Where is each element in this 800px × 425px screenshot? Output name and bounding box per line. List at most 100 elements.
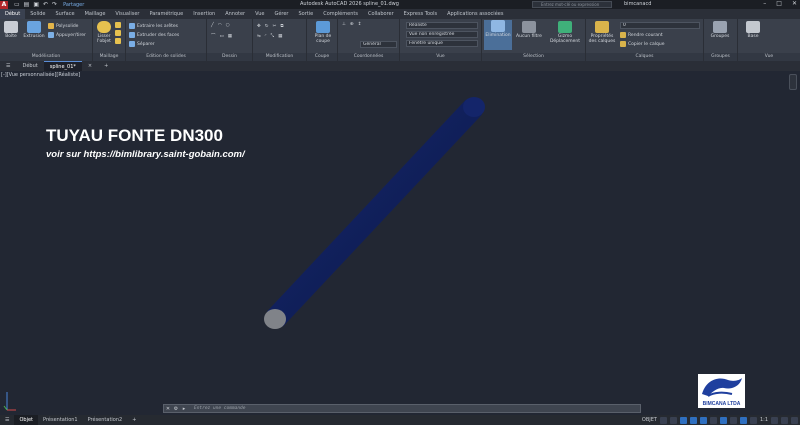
mode-label[interactable]: OBJET xyxy=(642,417,657,423)
mirror-icon[interactable]: ⇋ xyxy=(257,34,261,39)
ribbon-tab[interactable]: Gérer xyxy=(269,9,293,19)
viewport-combo[interactable]: Fenêtre unique xyxy=(406,40,478,47)
rectangle-icon[interactable]: ▭ xyxy=(220,34,224,39)
proprietes-calques-button[interactable]: Propriétés des calques xyxy=(587,21,617,44)
polysolide-button[interactable]: Polysolide xyxy=(48,23,78,29)
ribbon-tab[interactable]: Compléments xyxy=(318,9,363,19)
doc-tab-spline[interactable]: spline_01* xyxy=(43,61,82,71)
tab-model[interactable]: Objet xyxy=(14,415,39,425)
rendre-courant-button[interactable]: Rendre courant xyxy=(620,32,663,38)
doc-tab-start[interactable]: Début xyxy=(16,61,43,71)
ribbon-tab[interactable]: Maillage xyxy=(80,9,111,19)
ucs-icon[interactable]: ⊥ xyxy=(342,22,346,27)
group-title[interactable]: Calques xyxy=(586,53,703,61)
close-icon[interactable]: ✕ xyxy=(164,406,172,412)
group-title[interactable]: Modélisation xyxy=(0,53,92,61)
save-icon[interactable]: ▣ xyxy=(33,1,39,8)
extraire-aretes-button[interactable]: Extraire les arêtes xyxy=(129,23,178,29)
copy-icon[interactable]: ⧉ xyxy=(280,23,283,29)
ribbon-tab[interactable]: Vue xyxy=(250,9,269,19)
aucun-filtre-button[interactable]: Aucun filtre xyxy=(515,21,543,39)
ucs-world-icon[interactable]: ⊕ xyxy=(350,22,354,27)
group-title[interactable]: Sélection xyxy=(482,53,585,61)
otrack-icon[interactable] xyxy=(709,416,717,424)
visual-style-combo[interactable]: Réaliste xyxy=(406,22,478,29)
mesh-icon[interactable] xyxy=(115,38,121,44)
ribbon-tab[interactable]: Surface xyxy=(51,9,80,19)
tab-layout1[interactable]: Présentation1 xyxy=(38,415,83,425)
ribbon-tab[interactable]: Collaborer xyxy=(363,9,399,19)
new-icon[interactable]: ▭ xyxy=(14,1,20,8)
ribbon-tab[interactable]: Début xyxy=(0,9,26,19)
coordinate-combo[interactable]: Général xyxy=(360,41,397,48)
group-title[interactable]: Groupes xyxy=(704,53,737,61)
grid-icon[interactable] xyxy=(659,416,667,424)
tab-layout2[interactable]: Présentation2 xyxy=(83,415,128,425)
line-icon[interactable]: ╱ xyxy=(211,23,214,28)
open-icon[interactable]: ▤ xyxy=(24,1,30,8)
ribbon-tab[interactable]: Applications associées xyxy=(442,9,508,19)
trim-icon[interactable]: ✂ xyxy=(273,24,277,29)
view-combo[interactable]: Vue non enregistrée xyxy=(406,31,478,38)
ortho-icon[interactable] xyxy=(679,416,687,424)
group-title[interactable]: Maillage xyxy=(93,53,125,61)
ribbon-tab[interactable]: Annoter xyxy=(220,9,250,19)
mesh-icon[interactable] xyxy=(115,22,121,28)
fillet-icon[interactable]: ◜ xyxy=(265,34,267,39)
appuyer-tirer-button[interactable]: Appuyer/tirer xyxy=(48,32,86,38)
user-account[interactable]: bimcanacd xyxy=(624,1,651,7)
transparency-icon[interactable] xyxy=(739,416,747,424)
share-button[interactable]: Partager xyxy=(63,2,84,8)
extruder-faces-button[interactable]: Extruder des faces xyxy=(129,32,179,38)
rotate-icon[interactable]: ↻ xyxy=(265,24,269,29)
group-title[interactable]: Vue xyxy=(738,53,800,61)
customize-icon[interactable] xyxy=(791,416,798,424)
group-title[interactable]: Coordonnées xyxy=(338,53,399,61)
group-title[interactable]: Coupe xyxy=(307,53,337,61)
osnap-icon[interactable] xyxy=(699,416,707,424)
maximize-icon[interactable]: □ xyxy=(776,0,782,7)
move-icon[interactable]: ✥ xyxy=(257,24,261,29)
command-line[interactable]: ✕ ⚙ ▸ Entrez une commande xyxy=(163,404,641,413)
add-layout-icon[interactable]: + xyxy=(127,415,141,425)
copier-calque-button[interactable]: Copier le calque xyxy=(620,41,664,47)
lisser-objet-button[interactable]: Lisser l'objet xyxy=(93,21,115,44)
ribbon-tab[interactable]: Sortie xyxy=(293,9,318,19)
elimination-button[interactable]: Elimination xyxy=(484,20,512,50)
undo-icon[interactable]: ↶ xyxy=(43,1,48,8)
close-icon[interactable]: × xyxy=(82,61,98,71)
command-input[interactable]: Entrez une commande xyxy=(194,406,245,411)
menu-icon[interactable]: ☰ xyxy=(0,61,16,71)
annotation-scale[interactable]: 1:1 xyxy=(760,417,768,423)
polar-icon[interactable] xyxy=(689,416,697,424)
hatch-icon[interactable]: ▦ xyxy=(228,34,232,39)
group-title[interactable]: Dessin xyxy=(207,53,252,61)
pipe-body[interactable] xyxy=(266,99,483,327)
mesh-icon[interactable] xyxy=(115,30,121,36)
base-button[interactable]: Base xyxy=(741,21,765,39)
arc-icon[interactable]: ◠ xyxy=(218,23,222,28)
ribbon-tab[interactable]: Express Tools xyxy=(399,9,442,19)
drawing-viewport[interactable]: [-][Vue personnalisée][Réaliste] TUYAU F… xyxy=(0,71,800,415)
wrench-icon[interactable]: ⚙ xyxy=(172,406,180,412)
group-title[interactable]: Edition de solides xyxy=(126,53,206,61)
snap-icon[interactable] xyxy=(669,416,677,424)
extrusion-button[interactable]: Extrusion xyxy=(23,21,45,39)
search-input[interactable]: Entrez mot-clé ou expression xyxy=(532,1,612,8)
ucs-origin-icon[interactable]: ↕ xyxy=(358,22,362,27)
new-tab-icon[interactable]: + xyxy=(98,61,114,71)
group-title[interactable]: Vue xyxy=(400,53,481,61)
selection-cycling-icon[interactable] xyxy=(749,416,757,424)
dynucs-icon[interactable] xyxy=(719,416,727,424)
boite-button[interactable]: Boîte xyxy=(0,21,22,39)
workspace-icon[interactable] xyxy=(771,416,778,424)
ribbon-tab[interactable]: Solide xyxy=(25,9,50,19)
separer-button[interactable]: Séparer xyxy=(129,41,155,47)
layer-combo[interactable]: 0 xyxy=(620,22,700,29)
array-icon[interactable]: ▦ xyxy=(278,34,282,39)
autocad-logo-icon[interactable]: A xyxy=(0,0,8,9)
menu-icon[interactable]: ☰ xyxy=(0,415,14,425)
scale-icon[interactable]: ⤡ xyxy=(271,33,275,39)
pipe-model[interactable] xyxy=(0,71,800,415)
ribbon-tab[interactable]: Paramétrique xyxy=(144,9,188,19)
